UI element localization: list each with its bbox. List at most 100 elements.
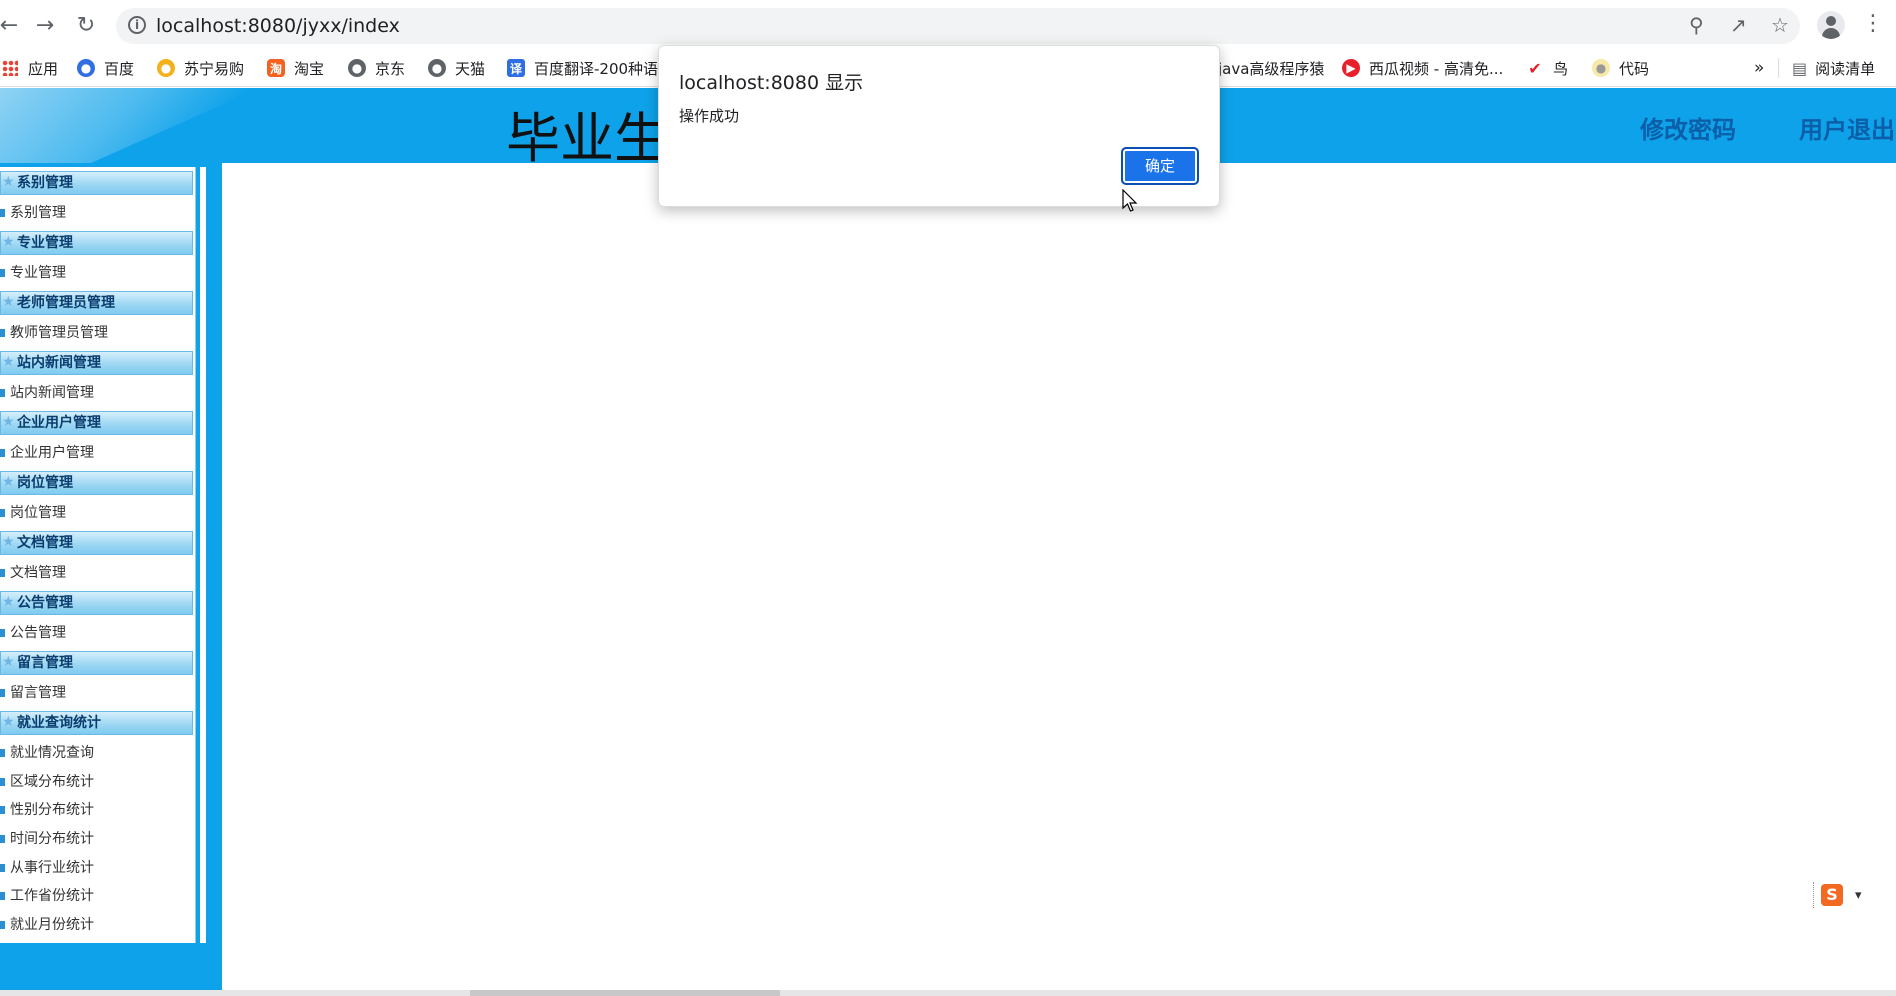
star-icon: ★	[2, 414, 15, 430]
reload-icon[interactable]: ↻	[71, 10, 101, 40]
bullet-icon	[0, 864, 5, 872]
sogou-ime-icon[interactable]: S	[1821, 884, 1843, 906]
star-icon: ★	[2, 594, 15, 610]
bullet-icon	[0, 778, 5, 786]
sidebar-group-teacher-admin[interactable]: ★ 老师管理员管理	[0, 291, 193, 315]
sidebar-item-province-stats[interactable]: 工作省份统计	[0, 885, 94, 907]
sidebar-splitter	[200, 167, 206, 943]
ime-dropdown-icon[interactable]: ▾	[1855, 888, 1862, 903]
alert-dialog: localhost:8080 显示 操作成功 确定	[658, 45, 1220, 207]
star-icon: ★	[2, 174, 15, 190]
sidebar-item-document[interactable]: 文档管理	[0, 562, 66, 584]
sidebar-group-message[interactable]: ★ 留言管理	[0, 651, 193, 675]
sidebar-item-industry-stats[interactable]: 从事行业统计	[0, 857, 94, 879]
sidebar-group-document[interactable]: ★ 文档管理	[0, 531, 193, 555]
bullet-icon	[0, 689, 5, 697]
forward-arrow-icon[interactable]: →	[30, 10, 60, 40]
sidebar-item-position[interactable]: 岗位管理	[0, 502, 66, 524]
sidebar-item-time-stats[interactable]: 时间分布统计	[0, 828, 94, 850]
bookmarks-divider	[1778, 58, 1779, 78]
sidebar-group-news[interactable]: ★ 站内新闻管理	[0, 351, 193, 375]
bullet-icon	[0, 509, 5, 517]
site-info-icon[interactable]: i	[128, 16, 146, 34]
bookmark-code[interactable]: ● 代码	[1592, 58, 1649, 78]
sidebar-item-news[interactable]: 站内新闻管理	[0, 382, 94, 404]
sidebar-item-month-stats[interactable]: 就业月份统计	[0, 914, 94, 936]
star-icon: ★	[2, 354, 15, 370]
bookmark-apps[interactable]: 应用	[2, 58, 58, 78]
sidebar-item-teacher-admin[interactable]: 教师管理员管理	[0, 322, 108, 344]
sidebar-item-employment-query[interactable]: 就业情况查询	[0, 742, 94, 764]
sidebar-item-notice[interactable]: 公告管理	[0, 622, 66, 644]
ime-divider	[1813, 882, 1815, 908]
star-icon: ★	[2, 714, 15, 730]
taobao-icon: 淘	[267, 59, 285, 77]
bullet-icon	[0, 209, 5, 217]
sidebar-item-message[interactable]: 留言管理	[0, 682, 66, 704]
sidebar-item-major[interactable]: 专业管理	[0, 262, 66, 284]
profile-avatar-icon[interactable]	[1817, 11, 1845, 39]
bullet-icon	[0, 921, 5, 929]
bookmark-baidu-translate[interactable]: 译 百度翻译-200种语	[507, 58, 658, 78]
sidebar-item-gender-stats[interactable]: 性别分布统计	[0, 799, 94, 821]
xigua-icon: ▶	[1342, 59, 1360, 77]
star-bookmark-icon[interactable]: ☆	[1771, 13, 1789, 37]
bullet-icon	[0, 835, 5, 843]
scrollbar-thumb[interactable]	[470, 990, 780, 996]
bullet-icon	[0, 389, 5, 397]
sidebar-group-notice[interactable]: ★ 公告管理	[0, 591, 193, 615]
browser-toolbar: ← → ↻ i localhost:8080/jyxx/index ⚲ ↗ ☆ …	[0, 0, 1896, 50]
bookmark-xigua[interactable]: ▶ 西瓜视频 - 高清免...	[1342, 58, 1503, 78]
header-decoration	[0, 88, 260, 163]
bullet-icon	[0, 329, 5, 337]
baidu-icon: ●	[77, 59, 95, 77]
globe-icon: ●	[348, 59, 366, 77]
bookmark-java[interactable]: java高级程序猿	[1218, 58, 1324, 78]
sidebar-item-region-stats[interactable]: 区域分布统计	[0, 771, 94, 793]
star-icon: ★	[2, 234, 15, 250]
sidebar-group-employment-stats[interactable]: ★ 就业查询统计	[0, 711, 193, 735]
site-title: 毕业生	[506, 107, 668, 170]
reading-list-button[interactable]: ▤ 阅读清单	[1792, 58, 1875, 78]
bullet-icon	[0, 269, 5, 277]
translate-icon: 译	[507, 59, 525, 77]
bookmark-bird[interactable]: ✔ 鸟	[1526, 58, 1568, 78]
bookmarks-overflow-button[interactable]: »	[1754, 58, 1764, 78]
mouse-cursor-icon	[1122, 189, 1138, 212]
horizontal-scrollbar[interactable]	[0, 990, 1896, 996]
bookmark-jd[interactable]: ● 京东	[348, 58, 405, 78]
sidebar-item-enterprise-user[interactable]: 企业用户管理	[0, 442, 94, 464]
change-password-link[interactable]: 修改密码	[1640, 110, 1736, 145]
address-bar[interactable]: i localhost:8080/jyxx/index	[116, 8, 1800, 44]
back-arrow-icon[interactable]: ←	[0, 10, 24, 40]
globe-icon: ●	[428, 59, 446, 77]
dialog-ok-button[interactable]: 确定	[1121, 147, 1199, 185]
share-icon[interactable]: ↗	[1730, 13, 1747, 37]
sidebar-group-major[interactable]: ★ 专业管理	[0, 231, 193, 255]
bookmark-taobao[interactable]: 淘 淘宝	[267, 58, 324, 78]
apps-grid-icon	[2, 60, 18, 76]
suning-icon: ●	[157, 59, 175, 77]
bookmark-baidu[interactable]: ● 百度	[77, 58, 134, 78]
bird-icon: ✔	[1526, 59, 1544, 78]
bullet-icon	[0, 569, 5, 577]
bullet-icon	[0, 749, 5, 757]
sidebar-group-department[interactable]: ★ 系别管理	[0, 171, 193, 195]
bullet-icon	[0, 449, 5, 457]
code-icon: ●	[1592, 59, 1610, 77]
bookmark-suning[interactable]: ● 苏宁易购	[157, 58, 244, 78]
star-icon: ★	[2, 654, 15, 670]
sidebar-item-department[interactable]: 系别管理	[0, 202, 66, 224]
browser-menu-icon[interactable]: ⋮	[1862, 12, 1884, 36]
star-icon: ★	[2, 294, 15, 310]
sidebar-menu: ★ 系别管理 系别管理 ★ 专业管理 专业管理 ★ 老师管理员管理 教师管理员管…	[0, 167, 196, 943]
bullet-icon	[0, 806, 5, 814]
main-content-frame	[222, 163, 1896, 993]
reading-list-icon: ▤	[1792, 58, 1808, 78]
sidebar-group-position[interactable]: ★ 岗位管理	[0, 471, 193, 495]
logout-link[interactable]: 用户退出	[1799, 110, 1895, 145]
bookmark-tmall[interactable]: ● 天猫	[428, 58, 485, 78]
url-text[interactable]: localhost:8080/jyxx/index	[156, 15, 400, 37]
sidebar-group-enterprise-user[interactable]: ★ 企业用户管理	[0, 411, 193, 435]
key-icon[interactable]: ⚲	[1689, 13, 1704, 37]
